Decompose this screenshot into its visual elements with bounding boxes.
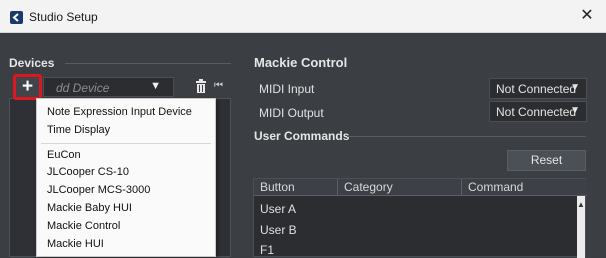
- midi-output-value: Not Connected: [496, 105, 577, 119]
- menu-item[interactable]: Time Display: [47, 124, 110, 136]
- menu-item[interactable]: EuCon: [47, 149, 81, 161]
- menu-separator: [41, 143, 211, 144]
- title-bar: Studio Setup ✕: [0, 0, 606, 33]
- add-device-placeholder: dd Device: [56, 81, 110, 95]
- chevron-down-icon: ▼: [570, 105, 580, 116]
- menu-item[interactable]: Mackie Control: [47, 220, 120, 232]
- chevron-down-icon: ▼: [150, 80, 161, 92]
- user-commands-table: Button Category Command User A User B F1…: [253, 178, 587, 258]
- add-device-select[interactable]: dd Device ▼: [43, 77, 174, 97]
- skip-back-icon[interactable]: ⏮: [214, 79, 228, 93]
- table-row[interactable]: User A: [260, 202, 296, 216]
- column-header-button[interactable]: Button: [254, 179, 338, 196]
- user-commands-divider: [347, 136, 586, 137]
- trash-icon[interactable]: [194, 79, 208, 93]
- midi-input-value: Not Connected: [496, 82, 577, 96]
- devices-divider: [65, 63, 231, 64]
- menu-item[interactable]: JLCooper MCS-3000: [47, 184, 150, 196]
- device-title: Mackie Control: [254, 55, 348, 70]
- scroll-up-icon[interactable]: ▲: [577, 200, 585, 209]
- midi-input-label: MIDI Input: [259, 82, 315, 96]
- column-header-category[interactable]: Category: [338, 179, 462, 196]
- app-icon: [10, 11, 23, 24]
- plus-icon: +: [21, 76, 34, 97]
- midi-output-select[interactable]: Not Connected ▼: [489, 101, 587, 122]
- user-commands-label: User Commands: [254, 129, 350, 143]
- menu-item[interactable]: Note Expression Input Device: [47, 106, 192, 118]
- add-device-button[interactable]: +: [13, 74, 42, 100]
- window-title: Studio Setup: [29, 10, 98, 24]
- chevron-down-icon: ▼: [570, 82, 580, 93]
- table-row[interactable]: F1: [260, 243, 274, 257]
- add-device-menu: Note Expression Input Device Time Displa…: [36, 98, 216, 257]
- midi-output-label: MIDI Output: [259, 106, 324, 120]
- menu-item[interactable]: Mackie Baby HUI: [47, 202, 132, 214]
- reset-button[interactable]: Reset: [507, 150, 586, 171]
- column-header-command[interactable]: Command: [462, 179, 587, 196]
- table-row[interactable]: User B: [260, 223, 297, 237]
- close-button[interactable]: ✕: [576, 6, 598, 26]
- midi-input-select[interactable]: Not Connected ▼: [489, 78, 587, 99]
- vertical-scrollbar[interactable]: ▲: [577, 196, 585, 258]
- devices-label: Devices: [9, 56, 55, 70]
- menu-item[interactable]: JLCooper CS-10: [47, 166, 129, 178]
- menu-item[interactable]: Mackie HUI: [47, 238, 104, 250]
